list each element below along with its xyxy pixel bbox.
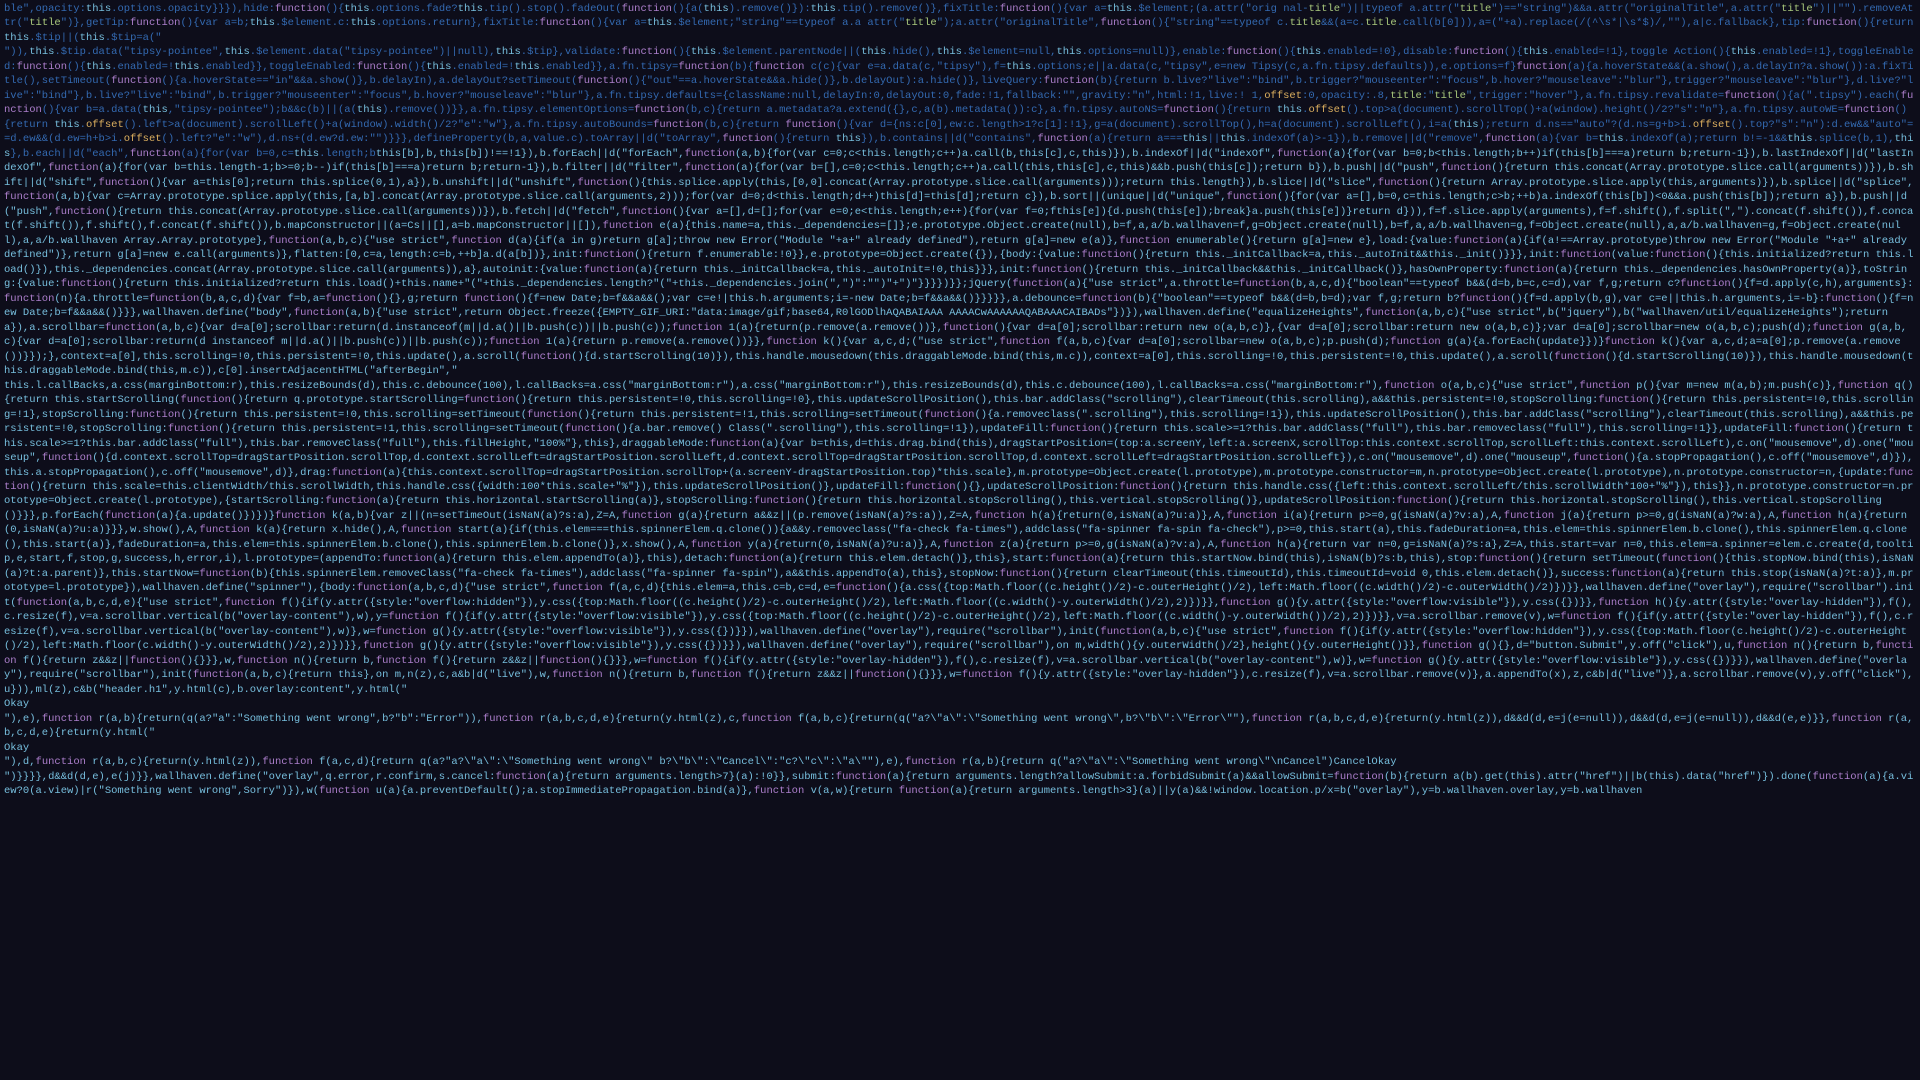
code-background: ble",opacity:this.options.opacity}}}),hi… <box>0 0 1920 1080</box>
code-content: ble",opacity:this.options.opacity}}}),hi… <box>0 0 1920 1080</box>
